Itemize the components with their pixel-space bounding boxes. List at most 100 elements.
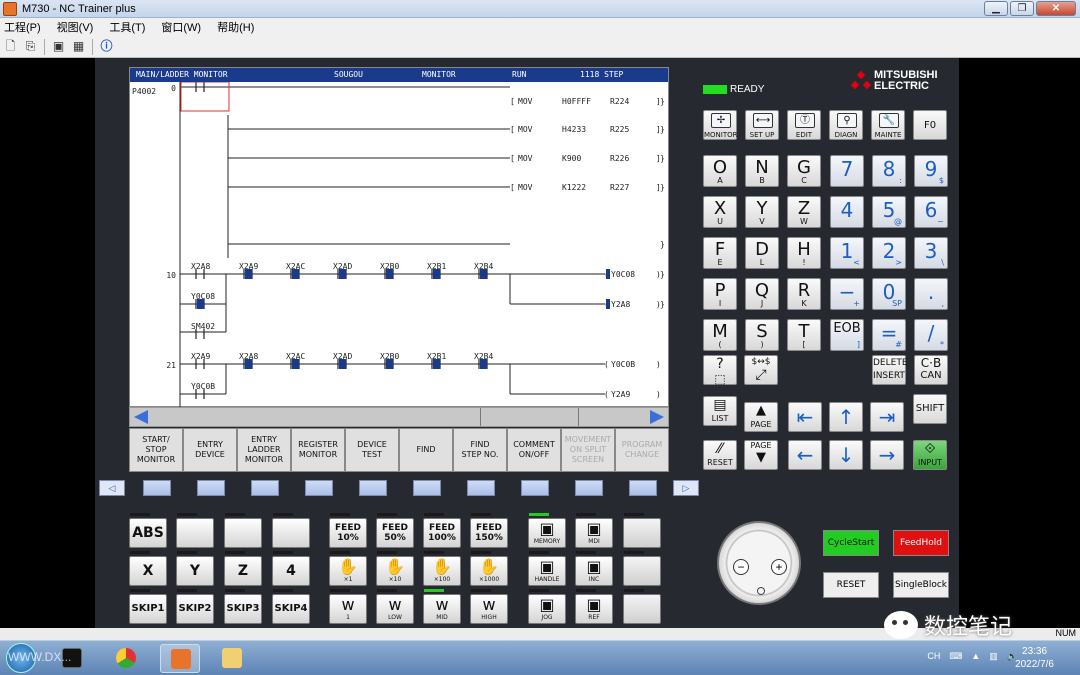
close-button[interactable]: ✕ (1036, 1, 1076, 16)
cursor-highlight[interactable] (180, 82, 230, 112)
alpha-key-f[interactable]: FE (703, 237, 737, 269)
menu-tools[interactable]: 工具(T) (109, 19, 145, 35)
menu-key-program-change[interactable]: PROGRAM CHANGE (615, 428, 669, 472)
alpha-key-x[interactable]: XU (703, 196, 737, 228)
next-page-arrow-icon[interactable] (650, 410, 664, 424)
softkey-8[interactable] (521, 480, 549, 496)
menu-view[interactable]: 视图(V) (57, 19, 94, 35)
menu-window[interactable]: 窗口(W) (161, 19, 201, 35)
ladder-diagram[interactable]: P4002 0102131SM402X2A8X2A9X2ACX2ADX2B0X2… (130, 82, 670, 408)
copy-icon[interactable]: ⎘ (22, 38, 39, 55)
op-key-blank-0-2[interactable] (224, 518, 262, 548)
softkey-4[interactable] (305, 480, 333, 496)
reset-key[interactable]: ⁄⁄ RESET (703, 440, 737, 470)
op-key-x[interactable]: X (129, 556, 167, 586)
taskbar-explorer-icon[interactable] (212, 644, 252, 673)
handwheel-plus-icon[interactable]: + (771, 559, 787, 575)
numeric-key-12[interactable]: EOB] (830, 319, 864, 351)
cursor-up-key[interactable]: ↑ (829, 402, 863, 432)
numeric-key-1[interactable]: 8: (872, 155, 906, 187)
numeric-key-8[interactable]: 3 \ (914, 237, 948, 269)
new-file-icon[interactable]: 🗋 (2, 38, 19, 55)
delete-insert-key[interactable]: DELETE INSERT (872, 355, 908, 385)
alpha-key-g[interactable]: GC (787, 155, 821, 187)
menu-key-device-test[interactable]: DEVICE TEST (345, 428, 399, 472)
op-key-feed-150[interactable]: FEED 150% (470, 518, 508, 548)
menu-key-find-step-no[interactable]: FIND STEP NO. (453, 428, 507, 472)
op-key-skip4[interactable]: SKIP4 (272, 594, 310, 624)
alpha-key-o[interactable]: OA (703, 155, 737, 187)
op-key-skip1[interactable]: SKIP1 (129, 594, 167, 624)
op-key-blank-2-10[interactable] (623, 594, 661, 624)
alpha-key-d[interactable]: DL (745, 237, 779, 269)
list-key[interactable]: ▤ LIST (703, 396, 737, 426)
alpha-key-h[interactable]: H! (787, 237, 821, 269)
cursor-right-key[interactable]: → (870, 440, 904, 470)
cursor-left-key[interactable]: ← (788, 440, 822, 470)
alpha-key-z[interactable]: ZW (787, 196, 821, 228)
menu-project[interactable]: 工程(P) (4, 19, 41, 35)
taskbar-nc-trainer-icon[interactable] (160, 644, 200, 673)
taskbar-chrome-icon[interactable] (106, 644, 146, 673)
alpha-key-p[interactable]: PI (703, 278, 737, 310)
softkey-next-icon[interactable]: ▷ (673, 480, 699, 496)
op-key-blank-0-10[interactable] (623, 518, 661, 548)
function-key-f0[interactable]: F0 (913, 110, 947, 140)
page-down-key[interactable]: PAGE ▼ (744, 440, 778, 470)
cursor-down-key[interactable]: ↓ (829, 440, 863, 470)
numeric-key-9[interactable]: − + (830, 278, 864, 310)
op-key-mdi[interactable]: ▣ MDI (575, 518, 613, 548)
op-key-1[interactable]: ✋ ×1 (329, 556, 367, 586)
function-key-mainte[interactable]: 🔧 MAINTE (871, 110, 905, 140)
cb-can-key[interactable]: C·B CAN (914, 355, 948, 385)
op-key-blank-1-10[interactable] (623, 556, 661, 586)
tab-key[interactable]: ⇥ (870, 402, 904, 432)
op-key-1[interactable]: ᴡ1 (329, 594, 367, 624)
op-key-abs[interactable]: ABS (129, 518, 167, 548)
menu-key-movement-split-screen[interactable]: MOVEMENT ON SPLIT SCREEN (561, 428, 615, 472)
softkey-prev-icon[interactable]: ◁ (99, 480, 125, 496)
op-key-feed-50[interactable]: FEED 50% (376, 518, 414, 548)
numeric-key-10[interactable]: 0 SP (872, 278, 906, 310)
numeric-key-4[interactable]: 5 @ (872, 196, 906, 228)
alpha-key-q[interactable]: QJ (745, 278, 779, 310)
input-key[interactable]: ⟐ INPUT (913, 440, 947, 470)
alpha-key-n[interactable]: NB (745, 155, 779, 187)
grid-icon[interactable]: ▦ (70, 38, 87, 55)
tray-expand-icon[interactable]: ▲ (971, 651, 980, 662)
menu-key-entry-device[interactable]: ENTRY DEVICE (183, 428, 237, 472)
menu-key-start-stop-monitor[interactable]: START/STOP MONITOR (129, 428, 183, 472)
op-key-feed-10[interactable]: FEED 10% (329, 518, 367, 548)
numeric-key-0[interactable]: 7 (830, 155, 864, 187)
op-key-100[interactable]: ✋ ×100 (423, 556, 461, 586)
op-key-memory[interactable]: ▣ MEMORY (528, 518, 566, 548)
info-icon[interactable]: ⓘ (98, 38, 115, 55)
op-key-feed-100[interactable]: FEED 100% (423, 518, 461, 548)
menu-key-comment-on-off[interactable]: COMMENT ON/OFF (507, 428, 561, 472)
op-key-z[interactable]: Z (224, 556, 262, 586)
maximize-button[interactable]: ❐ (1010, 1, 1034, 16)
op-key-jog[interactable]: ▣ JOG (528, 594, 566, 624)
numeric-key-5[interactable]: 6 ~ (914, 196, 948, 228)
numeric-key-11[interactable]: ., (914, 278, 948, 310)
feed-hold-button[interactable]: FeedHold (893, 530, 949, 556)
op-key-blank-0-1[interactable] (176, 518, 214, 548)
softkey-10[interactable] (629, 480, 657, 496)
menu-key-find[interactable]: FIND (399, 428, 453, 472)
op-key-skip3[interactable]: SKIP3 (224, 594, 262, 624)
op-key-y[interactable]: Y (176, 556, 214, 586)
numeric-key-14[interactable]: / * (914, 319, 948, 351)
alpha-key-m[interactable]: M( (703, 319, 737, 351)
op-key-inc[interactable]: ▣ INC (575, 556, 613, 586)
op-key-handle[interactable]: ▣ HANDLE (528, 556, 566, 586)
single-block-button[interactable]: SingleBlock (893, 572, 949, 598)
op-key-low[interactable]: ᴡ LOW (376, 594, 414, 624)
cycle-start-button[interactable]: CycleStart (823, 530, 879, 556)
manual-pulse-handwheel[interactable]: − + (717, 521, 801, 605)
numeric-key-6[interactable]: 1 < (830, 237, 864, 269)
alpha-key-s[interactable]: S) (745, 319, 779, 351)
input-language[interactable]: CH (927, 651, 940, 662)
function-key-diagn[interactable]: ⚲ DIAGN (829, 110, 863, 140)
system-clock[interactable]: 23:36 2022/7/6 (1015, 645, 1054, 671)
alpha-key-t[interactable]: T[ (787, 319, 821, 351)
